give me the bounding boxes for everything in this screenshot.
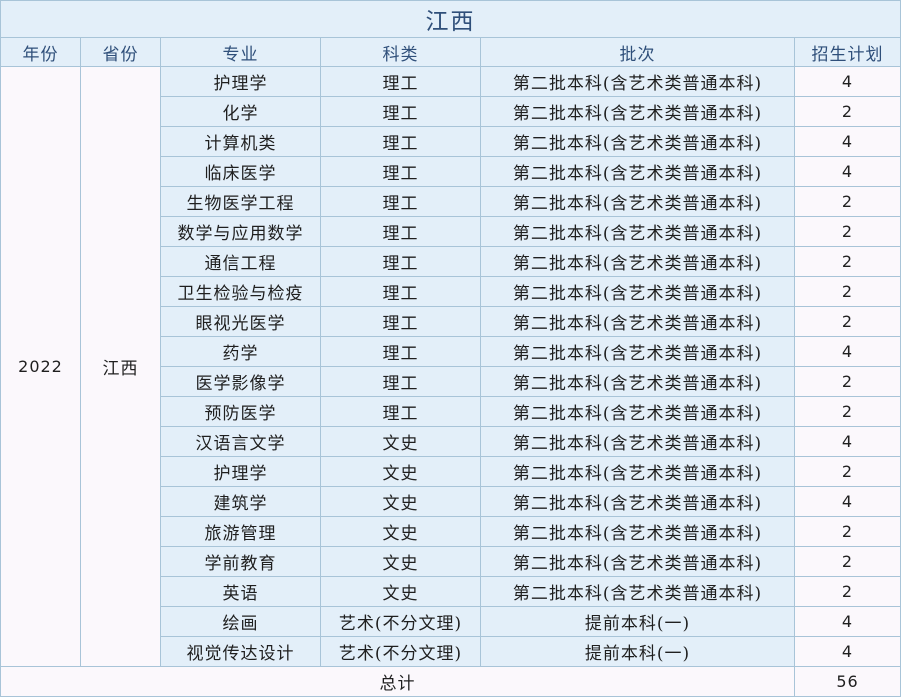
header-category: 科类 [320, 37, 481, 67]
plan-cell: 2 [794, 186, 901, 217]
plan-cell: 4 [794, 636, 901, 667]
major-cell: 计算机类 [160, 126, 321, 157]
batch-cell: 第二批本科(含艺术类普通本科) [480, 336, 795, 367]
batch-cell: 第二批本科(含艺术类普通本科) [480, 186, 795, 217]
plan-cell: 4 [794, 156, 901, 187]
batch-cell: 第二批本科(含艺术类普通本科) [480, 306, 795, 337]
category-cell: 文史 [320, 516, 481, 547]
header-batch: 批次 [480, 37, 795, 67]
major-cell: 护理学 [160, 66, 321, 97]
plan-cell: 2 [794, 366, 901, 397]
plan-cell: 2 [794, 546, 901, 577]
category-cell: 文史 [320, 576, 481, 607]
category-cell: 文史 [320, 546, 481, 577]
category-cell: 理工 [320, 216, 481, 247]
header-row: 年份 省份 专业 科类 批次 招生计划 [0, 37, 901, 67]
major-cell: 药学 [160, 336, 321, 367]
category-cell: 理工 [320, 246, 481, 277]
plan-cell: 4 [794, 486, 901, 517]
header-year: 年份 [0, 37, 81, 67]
category-cell: 艺术(不分文理) [320, 636, 481, 667]
plan-cell: 2 [794, 96, 901, 127]
category-cell: 理工 [320, 396, 481, 427]
major-cell: 卫生检验与检疫 [160, 276, 321, 307]
major-cell: 英语 [160, 576, 321, 607]
batch-cell: 第二批本科(含艺术类普通本科) [480, 126, 795, 157]
major-cell: 生物医学工程 [160, 186, 321, 217]
category-cell: 理工 [320, 126, 481, 157]
category-cell: 理工 [320, 366, 481, 397]
plan-cell: 4 [794, 66, 901, 97]
major-cell: 护理学 [160, 456, 321, 487]
batch-cell: 第二批本科(含艺术类普通本科) [480, 396, 795, 427]
table-row: 2022 江西 护理学 理工 第二批本科(含艺术类普通本科) 4 [0, 66, 901, 667]
category-cell: 理工 [320, 156, 481, 187]
batch-cell: 第二批本科(含艺术类普通本科) [480, 486, 795, 517]
batch-cell: 第二批本科(含艺术类普通本科) [480, 216, 795, 247]
batch-cell: 第二批本科(含艺术类普通本科) [480, 576, 795, 607]
batch-cell: 第二批本科(含艺术类普通本科) [480, 426, 795, 457]
header-plan: 招生计划 [794, 37, 901, 67]
category-cell: 文史 [320, 426, 481, 457]
category-cell: 理工 [320, 96, 481, 127]
batch-cell: 第二批本科(含艺术类普通本科) [480, 156, 795, 187]
batch-cell: 第二批本科(含艺术类普通本科) [480, 246, 795, 277]
major-cell: 绘画 [160, 606, 321, 637]
category-cell: 文史 [320, 456, 481, 487]
major-cell: 数学与应用数学 [160, 216, 321, 247]
plan-cell: 4 [794, 126, 901, 157]
major-cell: 视觉传达设计 [160, 636, 321, 667]
plan-cell: 4 [794, 426, 901, 457]
plan-cell: 2 [794, 276, 901, 307]
plan-cell: 4 [794, 336, 901, 367]
major-cell: 预防医学 [160, 396, 321, 427]
major-cell: 临床医学 [160, 156, 321, 187]
plan-cell: 2 [794, 396, 901, 427]
table-title: 江西 [0, 0, 901, 38]
category-cell: 理工 [320, 336, 481, 367]
plan-cell: 2 [794, 306, 901, 337]
total-label: 总计 [0, 666, 795, 697]
enrollment-plan-table: 江西 年份 省份 专业 科类 批次 招生计划 2022 江西 护理学 理工 第二批本科(… [0, 0, 901, 697]
major-cell: 汉语言文学 [160, 426, 321, 457]
category-cell: 理工 [320, 66, 481, 97]
total-value: 56 [794, 666, 901, 697]
province-cell: 江西 [80, 66, 161, 667]
batch-cell: 第二批本科(含艺术类普通本科) [480, 96, 795, 127]
plan-cell: 2 [794, 216, 901, 247]
category-cell: 艺术(不分文理) [320, 606, 481, 637]
batch-cell: 第二批本科(含艺术类普通本科) [480, 276, 795, 307]
total-row: 总计 56 [0, 666, 901, 697]
major-cell: 医学影像学 [160, 366, 321, 397]
major-cell: 化学 [160, 96, 321, 127]
plan-cell: 2 [794, 576, 901, 607]
batch-cell: 第二批本科(含艺术类普通本科) [480, 456, 795, 487]
category-cell: 理工 [320, 306, 481, 337]
plan-cell: 2 [794, 246, 901, 277]
major-cell: 通信工程 [160, 246, 321, 277]
batch-cell: 第二批本科(含艺术类普通本科) [480, 366, 795, 397]
header-major: 专业 [160, 37, 321, 67]
plan-cell: 2 [794, 456, 901, 487]
batch-cell: 第二批本科(含艺术类普通本科) [480, 546, 795, 577]
batch-cell: 第二批本科(含艺术类普通本科) [480, 66, 795, 97]
category-cell: 理工 [320, 276, 481, 307]
category-cell: 文史 [320, 486, 481, 517]
category-cell: 理工 [320, 186, 481, 217]
plan-cell: 4 [794, 606, 901, 637]
major-cell: 学前教育 [160, 546, 321, 577]
major-cell: 眼视光医学 [160, 306, 321, 337]
header-province: 省份 [80, 37, 161, 67]
major-cell: 旅游管理 [160, 516, 321, 547]
year-cell: 2022 [0, 66, 81, 667]
major-cell: 建筑学 [160, 486, 321, 517]
batch-cell: 第二批本科(含艺术类普通本科) [480, 516, 795, 547]
batch-cell: 提前本科(一) [480, 606, 795, 637]
batch-cell: 提前本科(一) [480, 636, 795, 667]
plan-cell: 2 [794, 516, 901, 547]
